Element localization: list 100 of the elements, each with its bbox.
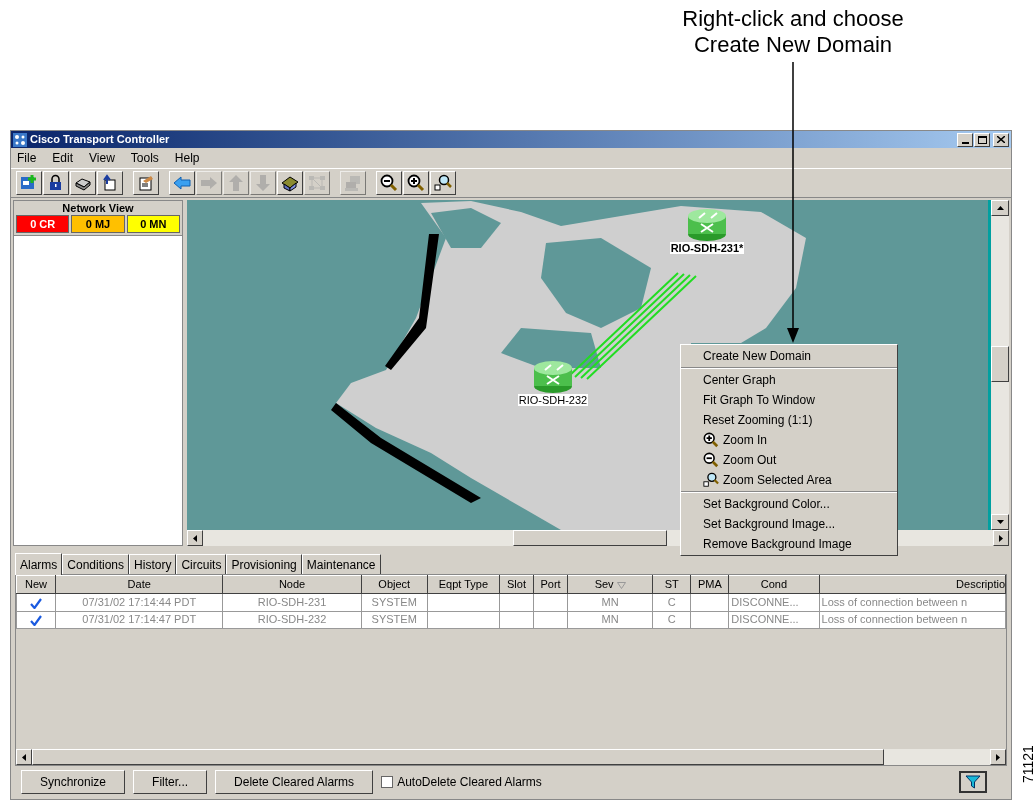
menu-item[interactable]: Zoom In bbox=[681, 430, 897, 450]
menu-item[interactable]: Reset Zooming (1:1) bbox=[681, 410, 897, 430]
toolbar-button[interactable] bbox=[133, 171, 159, 195]
toolbar-button[interactable] bbox=[97, 171, 123, 195]
left-arrow-icon bbox=[22, 753, 26, 761]
column-header[interactable]: Eqpt Type bbox=[427, 575, 500, 594]
button[interactable]: Filter... bbox=[133, 770, 208, 794]
tab[interactable]: Circuits bbox=[176, 554, 227, 574]
network-icon bbox=[308, 174, 326, 192]
router-icon bbox=[533, 360, 573, 394]
column-header[interactable]: Slot bbox=[499, 575, 534, 594]
scroll-thumb[interactable] bbox=[513, 530, 667, 546]
scroll-right-button[interactable] bbox=[990, 749, 1006, 765]
table-cell: 07/31/02 17:14:44 PDT bbox=[82, 595, 197, 608]
tab[interactable]: History bbox=[129, 554, 177, 574]
menu-item[interactable]: Tools bbox=[128, 150, 161, 166]
table-cell: SYSTEM bbox=[371, 613, 417, 626]
column-header[interactable]: ST bbox=[652, 575, 691, 594]
column-header[interactable]: Node bbox=[222, 575, 362, 594]
toolbar-button[interactable] bbox=[43, 171, 69, 195]
tab[interactable]: Provisioning bbox=[226, 554, 302, 574]
menu-item[interactable]: Edit bbox=[50, 150, 76, 166]
tab[interactable]: Maintenance bbox=[301, 554, 381, 574]
menu-item[interactable]: Help bbox=[172, 150, 202, 166]
menu-item[interactable]: Center Graph bbox=[681, 370, 897, 390]
button[interactable]: Synchronize bbox=[21, 770, 126, 794]
column-header[interactable]: Date bbox=[55, 575, 223, 594]
house-icon bbox=[281, 174, 299, 192]
menu-item[interactable]: Set Background Image... bbox=[681, 514, 897, 534]
toolbar-button[interactable] bbox=[430, 171, 456, 195]
zoom-area-icon bbox=[434, 174, 452, 192]
node-label[interactable]: RIO-SDH-232 bbox=[517, 394, 589, 406]
toolbar-button[interactable] bbox=[169, 171, 195, 195]
up-arrow-icon bbox=[227, 174, 245, 192]
maximize-button[interactable] bbox=[974, 132, 990, 147]
document-icon bbox=[137, 174, 155, 192]
left-arrow-icon bbox=[193, 534, 197, 542]
close-icon bbox=[997, 136, 1005, 143]
alarm-count: 0 MJ bbox=[71, 215, 125, 233]
scroll-down-button[interactable] bbox=[991, 514, 1009, 530]
zoom-in-icon bbox=[407, 174, 425, 192]
scroll-thumb[interactable] bbox=[991, 346, 1009, 382]
toolbar-button[interactable] bbox=[16, 171, 42, 195]
checkbox[interactable] bbox=[381, 776, 394, 788]
up-arrow-icon bbox=[996, 206, 1004, 210]
table-cell: MN bbox=[601, 613, 619, 626]
minimize-button[interactable] bbox=[957, 132, 973, 147]
computer-icon bbox=[344, 174, 362, 192]
router-icon bbox=[687, 208, 727, 242]
zoom-out-icon bbox=[380, 174, 398, 192]
checkbox-label: AutoDelete Cleared Alarms bbox=[397, 774, 542, 791]
close-button[interactable] bbox=[993, 132, 1009, 147]
menu-item[interactable]: Zoom Out bbox=[681, 450, 897, 470]
table-cell: RIO-SDH-232 bbox=[257, 613, 327, 626]
zoom-area-icon bbox=[703, 472, 719, 488]
sort-icon bbox=[616, 581, 626, 589]
column-header[interactable]: New bbox=[16, 575, 56, 594]
panel-title: Network View bbox=[61, 201, 135, 215]
toolbar-button[interactable] bbox=[70, 171, 96, 195]
vertical-scrollbar[interactable] bbox=[991, 200, 1009, 530]
column-header[interactable]: Descriptio bbox=[819, 575, 1006, 594]
filter-button[interactable] bbox=[959, 771, 987, 793]
menu-item[interactable]: File bbox=[15, 150, 39, 166]
menu-item[interactable]: Remove Background Image bbox=[681, 534, 897, 554]
alarm-count: 0 CR bbox=[16, 215, 70, 233]
node-label[interactable]: RIO-SDH-231* bbox=[669, 242, 745, 254]
table-cell: DISCONNE... bbox=[731, 595, 799, 608]
toolbar-button[interactable] bbox=[376, 171, 402, 195]
tab[interactable]: Alarms bbox=[15, 553, 63, 575]
column-header[interactable]: PMA bbox=[690, 575, 729, 594]
menu-item[interactable]: Create New Domain bbox=[681, 346, 897, 366]
alarm-count: 0 MN bbox=[126, 215, 180, 233]
menu-item[interactable]: Zoom Selected Area bbox=[681, 470, 897, 490]
back-arrow-icon bbox=[173, 174, 191, 192]
down-arrow-icon bbox=[996, 520, 1004, 524]
scroll-up-button[interactable] bbox=[991, 200, 1009, 216]
right-arrow-icon bbox=[996, 753, 1000, 761]
menu-item[interactable]: Fit Graph To Window bbox=[681, 390, 897, 410]
menu-item[interactable]: Set Background Color... bbox=[681, 494, 897, 514]
export-icon bbox=[101, 174, 119, 192]
menu-item[interactable]: View bbox=[87, 150, 117, 166]
table-cell: SYSTEM bbox=[371, 595, 417, 608]
zoom-in-icon bbox=[703, 432, 719, 448]
column-header[interactable]: Sev bbox=[567, 575, 653, 594]
column-header[interactable]: Cond bbox=[728, 575, 820, 594]
table-cell: C bbox=[667, 613, 676, 626]
button[interactable]: Delete Cleared Alarms bbox=[215, 770, 374, 794]
toolbar-button[interactable] bbox=[403, 171, 429, 195]
scroll-left-button[interactable] bbox=[16, 749, 32, 765]
tab[interactable]: Conditions bbox=[62, 554, 130, 574]
scroll-left-button[interactable] bbox=[187, 530, 203, 546]
zoom-out-icon bbox=[703, 452, 719, 468]
column-header[interactable]: Object bbox=[361, 575, 428, 594]
app-icon bbox=[13, 132, 27, 147]
down-arrow-icon bbox=[254, 174, 272, 192]
column-header[interactable]: Port bbox=[533, 575, 568, 594]
add-node-icon bbox=[20, 174, 38, 192]
table-cell: Loss of connection between n bbox=[821, 595, 968, 608]
toolbar-button[interactable] bbox=[277, 171, 303, 195]
scroll-right-button[interactable] bbox=[993, 530, 1009, 546]
